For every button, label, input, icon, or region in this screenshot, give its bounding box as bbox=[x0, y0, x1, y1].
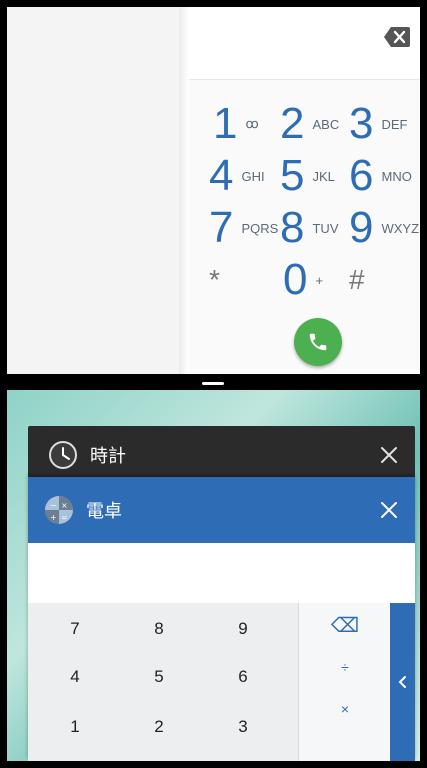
dialer-window: 1 ꝏ 2 ABC 3 DEF 4 GHI 5 JKL 6 MNO 7 PQRS… bbox=[7, 7, 420, 374]
svg-text:=: = bbox=[61, 513, 68, 522]
device-frame: 1 ꝏ 2 ABC 3 DEF 4 GHI 5 JKL 6 MNO 7 PQRS… bbox=[0, 0, 427, 768]
key-letters: MNO bbox=[381, 168, 412, 184]
key-letters: PQRS bbox=[241, 220, 279, 236]
key-letters: TUV bbox=[312, 220, 339, 236]
card-header: − × + = 電卓 bbox=[28, 477, 415, 543]
pane-divider bbox=[179, 7, 189, 374]
clock-icon bbox=[49, 441, 77, 469]
chevron-left-icon bbox=[398, 676, 406, 688]
key-letters: + bbox=[315, 272, 324, 288]
key-2[interactable]: 2 ABC bbox=[280, 99, 339, 149]
key-7[interactable]: 7 PQRS bbox=[209, 203, 278, 253]
key-digit: 9 bbox=[349, 203, 374, 252]
key-digit: 6 bbox=[349, 151, 374, 200]
key-4[interactable]: 4 GHI bbox=[209, 151, 265, 201]
key-digit: 8 bbox=[280, 203, 305, 252]
key-6[interactable]: 6 MNO bbox=[349, 151, 412, 201]
calculator-operator-pad: ⌫ ÷ × bbox=[298, 603, 391, 761]
svg-text:−: − bbox=[50, 501, 57, 510]
dialed-digits-field[interactable] bbox=[189, 7, 420, 80]
key-8[interactable]: 8 TUV bbox=[280, 203, 338, 253]
key-hash[interactable]: # bbox=[349, 255, 365, 305]
svg-text:×: × bbox=[61, 501, 68, 510]
dialer-left-pane bbox=[7, 7, 179, 374]
key-1[interactable]: 1 ꝏ bbox=[213, 99, 259, 149]
close-icon[interactable] bbox=[377, 443, 401, 467]
key-letters: JKL bbox=[312, 168, 335, 184]
key-3[interactable]: 3 DEF bbox=[349, 99, 407, 149]
calculator-number-pad: 7 8 9 4 5 6 1 2 3 bbox=[28, 603, 298, 761]
card-title: 時計 bbox=[90, 446, 126, 466]
key-letters: GHI bbox=[241, 168, 265, 184]
recent-apps-pane: 時計 − × + = 電卓 7 8 9 4 5 6 1 2 3 ⌫ ÷ × bbox=[7, 390, 420, 761]
calc-multiply-button[interactable]: × bbox=[299, 701, 391, 717]
key-digit: 3 bbox=[349, 99, 374, 148]
key-digit: 2 bbox=[280, 99, 305, 148]
calc-key-8[interactable]: 8 bbox=[129, 619, 189, 639]
svg-text:+: + bbox=[50, 513, 57, 522]
calc-key-2[interactable]: 2 bbox=[129, 717, 189, 737]
key-digit: # bbox=[349, 264, 365, 295]
calc-divide-button[interactable]: ÷ bbox=[299, 659, 391, 675]
key-0[interactable]: 0 + bbox=[283, 255, 323, 305]
backspace-icon[interactable] bbox=[384, 27, 410, 47]
key-digit: 7 bbox=[209, 203, 234, 252]
calc-key-5[interactable]: 5 bbox=[129, 667, 189, 687]
recent-card-calculator[interactable]: − × + = 電卓 7 8 9 4 5 6 1 2 3 ⌫ ÷ × bbox=[28, 477, 415, 761]
key-digit: 5 bbox=[280, 151, 305, 200]
calc-key-7[interactable]: 7 bbox=[45, 619, 105, 639]
key-digit: 0 bbox=[283, 255, 308, 304]
calc-key-9[interactable]: 9 bbox=[213, 619, 273, 639]
calculator-display bbox=[28, 543, 415, 603]
card-header: 時計 bbox=[28, 426, 415, 484]
key-letters: WXYZ bbox=[381, 220, 420, 236]
advanced-panel-toggle[interactable] bbox=[390, 603, 415, 761]
key-9[interactable]: 9 WXYZ bbox=[349, 203, 419, 253]
split-screen-handle[interactable] bbox=[202, 382, 224, 385]
calc-delete-button[interactable]: ⌫ bbox=[299, 613, 391, 638]
card-title: 電卓 bbox=[86, 501, 122, 521]
calc-key-1[interactable]: 1 bbox=[45, 717, 105, 737]
close-icon[interactable] bbox=[377, 498, 401, 522]
dialpad-pane: 1 ꝏ 2 ABC 3 DEF 4 GHI 5 JKL 6 MNO 7 PQRS… bbox=[189, 7, 420, 374]
voicemail-icon: ꝏ bbox=[245, 116, 259, 131]
key-digit: 1 bbox=[213, 99, 238, 148]
phone-icon bbox=[309, 333, 327, 351]
key-digit: * bbox=[209, 264, 220, 295]
calc-key-6[interactable]: 6 bbox=[213, 667, 273, 687]
key-letters: ABC bbox=[312, 116, 340, 132]
calc-key-4[interactable]: 4 bbox=[45, 667, 105, 687]
calc-key-3[interactable]: 3 bbox=[213, 717, 273, 737]
key-digit: 4 bbox=[209, 151, 234, 200]
key-star[interactable]: * bbox=[209, 255, 220, 305]
calculator-icon: − × + = bbox=[45, 496, 73, 524]
key-letters: DEF bbox=[381, 116, 408, 132]
call-button[interactable] bbox=[294, 318, 342, 366]
key-5[interactable]: 5 JKL bbox=[280, 151, 335, 201]
